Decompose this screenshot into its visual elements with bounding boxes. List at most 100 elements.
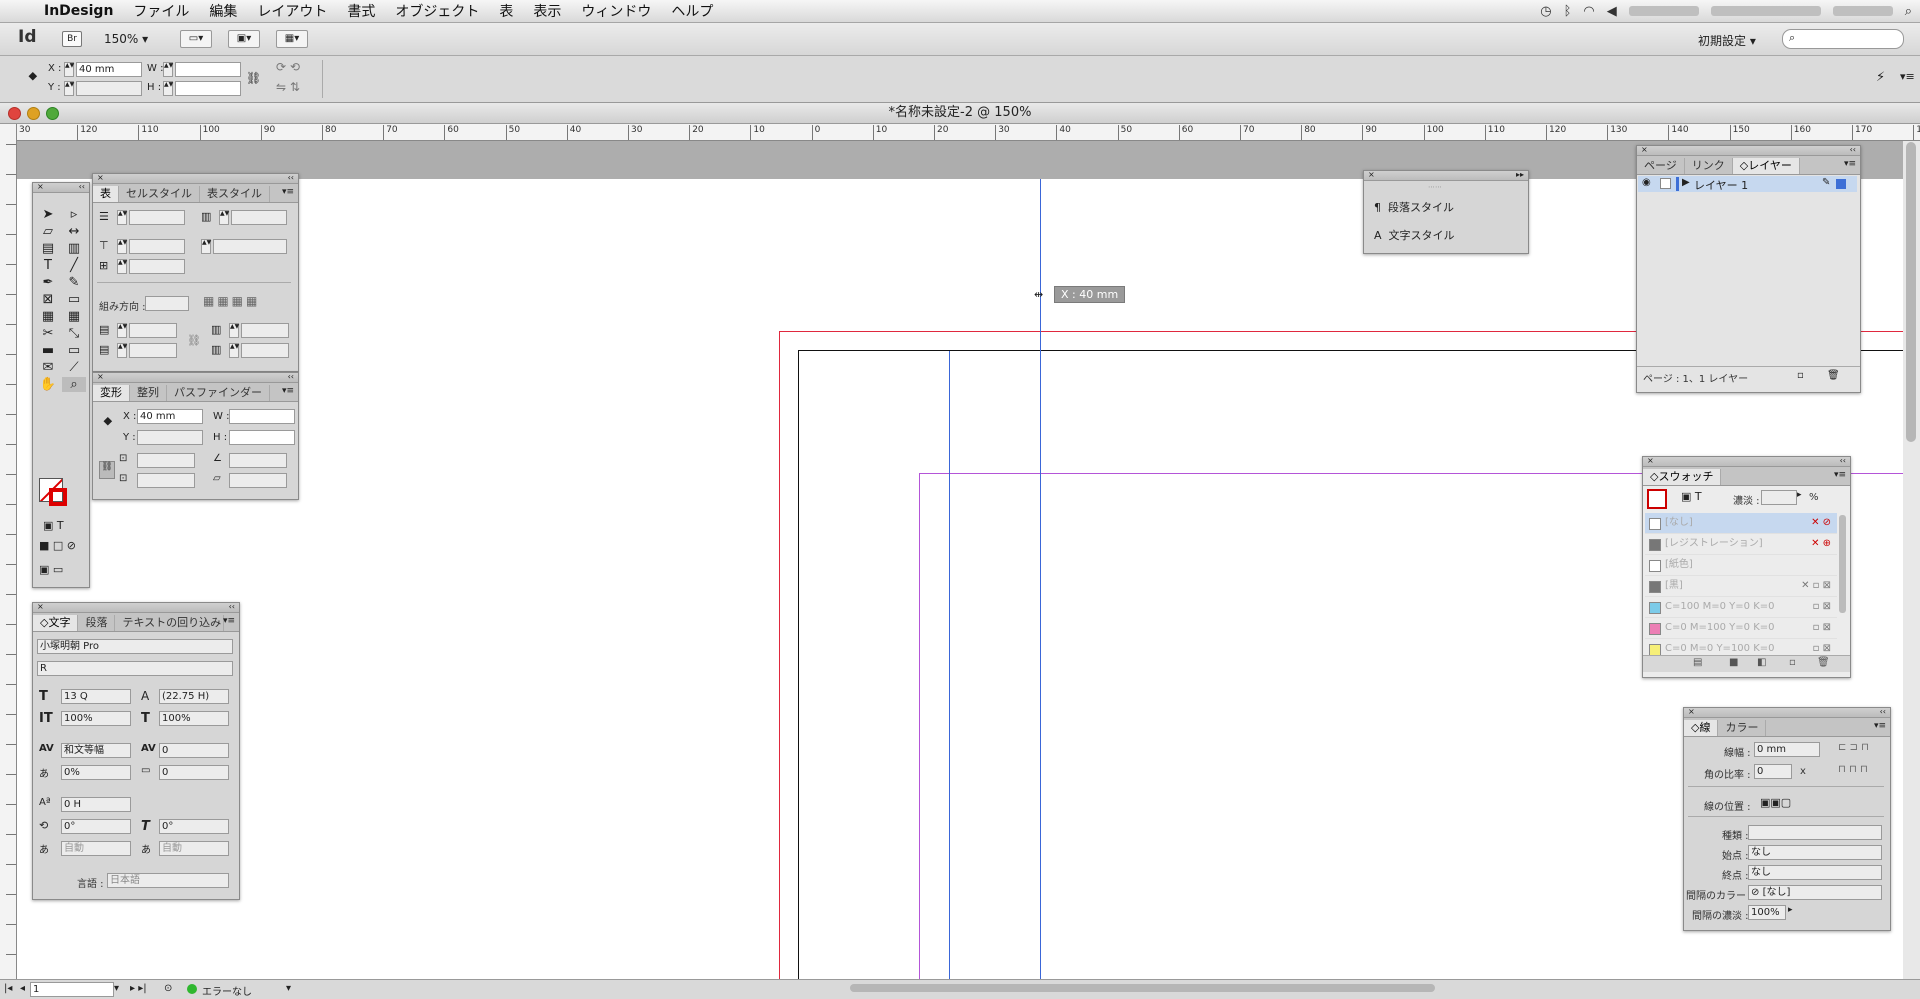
collapse-icon[interactable]: ‹‹ (1840, 456, 1846, 465)
time-machine-icon[interactable]: ◷ (1540, 4, 1551, 19)
char-rotation-field[interactable]: 0° (61, 819, 131, 834)
tf-x-field[interactable]: 40 mm (137, 409, 203, 424)
collapse-icon[interactable]: ‹‹ (1850, 145, 1856, 154)
workspace-select[interactable]: 初期設定 ▾ (1698, 32, 1756, 49)
arrange-documents-button[interactable]: ▦▾ (276, 30, 308, 48)
swatch-row[interactable]: C=100 M=0 Y=0 K=0 ▫ ⊠ (1645, 597, 1837, 618)
scale-y-field[interactable] (137, 473, 195, 488)
top-inset-stepper[interactable]: ▲▼ (117, 323, 127, 338)
panel-menu-icon[interactable]: ▾≡ (1844, 159, 1856, 169)
paragraph-styles-item[interactable]: ¶ 段落スタイル (1374, 199, 1454, 215)
pencil-tool-icon[interactable]: ✎ (62, 275, 86, 290)
expand-icon[interactable]: ▸▸ (1516, 170, 1524, 179)
minimize-window-button[interactable] (27, 107, 40, 120)
stroke-type-select[interactable] (1748, 825, 1882, 840)
preflight-icon[interactable]: ⊙ (164, 983, 172, 994)
content-placer-icon[interactable]: ▥ (62, 241, 86, 256)
constrain-proportions-icon[interactable]: ⛓ (246, 71, 261, 85)
scale-x-field[interactable] (137, 453, 195, 468)
grid-count-field[interactable]: 0 (159, 765, 229, 780)
horizontal-scale-field[interactable]: 100% (159, 711, 229, 726)
bottom-inset-field[interactable] (129, 343, 177, 358)
menu-file[interactable]: ファイル (123, 1, 199, 21)
cap-icons[interactable]: ⊏ ⊐ ⊓ (1838, 742, 1869, 753)
swatch-row[interactable]: [レジストレーション] ✕ ⊕ (1645, 534, 1837, 555)
stroke-swatch-icon[interactable] (49, 488, 67, 506)
align-stroke-icons[interactable]: ▣▣▢ (1760, 796, 1791, 809)
collapse-icon[interactable]: ‹‹ (288, 372, 294, 381)
type-tool-icon[interactable]: T (36, 258, 60, 273)
rows-field[interactable] (129, 210, 185, 225)
aki-before-select[interactable]: 自動 (61, 841, 131, 856)
bluetooth-icon[interactable]: ᛒ (1564, 4, 1572, 19)
start-select[interactable]: なし (1748, 845, 1882, 860)
menu-app[interactable]: InDesign (34, 3, 123, 19)
panel-menu-icon[interactable]: ▾≡ (1874, 721, 1886, 731)
zoom-select[interactable]: 150% ▾ (104, 32, 148, 46)
tint-field[interactable] (1761, 490, 1797, 505)
free-transform-tool-icon[interactable]: ⤡ (62, 326, 86, 341)
new-swatch-icon[interactable]: ▫ (1789, 657, 1796, 668)
vertical-ruler[interactable] (0, 124, 17, 979)
tab-character[interactable]: ◇文字 (33, 615, 79, 631)
show-color-swatches-icon[interactable]: ■ (1729, 657, 1738, 668)
quick-apply-icon[interactable]: ⚡ (1876, 70, 1885, 85)
fill-stroke-control[interactable] (39, 478, 67, 506)
trash-icon[interactable]: 🗑 (1827, 370, 1840, 381)
rectangle-frame-tool-icon[interactable]: ⊠ (36, 292, 60, 307)
horizontal-scrollbar[interactable] (850, 984, 1435, 992)
pasteboard[interactable]: ⇹ X : 40 mm (17, 141, 1903, 979)
baseline-shift-field[interactable]: 0 H (61, 797, 131, 812)
show-all-swatches-icon[interactable]: ▤ (1693, 657, 1702, 668)
tab-links[interactable]: リンク (1685, 158, 1733, 174)
menu-object[interactable]: オブジェクト (385, 1, 489, 21)
swatch-scrollbar[interactable] (1839, 515, 1846, 613)
tint-slider-icon[interactable]: ▸ (1797, 490, 1802, 500)
constrain-icon[interactable]: ⛓ (99, 461, 115, 479)
horizontal-ruler[interactable]: 30 120 110 100 90 80 70 60 50 40 30 20 10 0 10 20 30 40 50… (16, 124, 1920, 141)
lock-toggle[interactable] (1660, 178, 1671, 189)
join-icons[interactable]: ⊓ ⊓ ⊓ (1838, 764, 1868, 775)
control-menu-icon[interactable]: ▾≡ (1900, 70, 1915, 83)
collapse-icon[interactable]: ‹‹ (288, 173, 294, 182)
tf-h-field[interactable] (229, 430, 295, 445)
column-width-stepper[interactable]: ▲▼ (117, 259, 127, 274)
tab-text-wrap[interactable]: テキストの回り込み (115, 615, 225, 631)
vertical-scrollbar[interactable] (1906, 142, 1916, 442)
note-tool-icon[interactable]: ✉ (36, 360, 60, 375)
right-inset-field[interactable] (241, 343, 289, 358)
ctrl-h-field[interactable] (175, 81, 241, 96)
close-icon[interactable]: × (97, 372, 104, 381)
menu-layout[interactable]: レイアウト (247, 1, 337, 21)
tab-layers[interactable]: ◇レイヤー (1732, 158, 1800, 174)
menu-type[interactable]: 書式 (337, 1, 385, 21)
show-gradient-swatches-icon[interactable]: ◧ (1757, 657, 1766, 668)
leading-field[interactable]: (22.75 H) (159, 689, 229, 704)
expand-layer-icon[interactable]: ▶ (1682, 177, 1690, 188)
miter-field[interactable]: 0 (1754, 764, 1792, 779)
collapse-icon[interactable]: ‹‹ (1880, 707, 1886, 716)
eye-icon[interactable]: ◉ (1642, 177, 1651, 188)
kerning-select[interactable]: 和文等幅 (61, 743, 131, 758)
panel-menu-icon[interactable]: ▾≡ (223, 616, 235, 626)
language-select[interactable]: 日本語 (107, 873, 229, 888)
page-number-field[interactable]: 1 (30, 982, 114, 997)
zoom-tool-icon[interactable]: ⌕ (62, 377, 86, 392)
container-text-icons[interactable]: ▣ T (1681, 490, 1702, 503)
ctrl-x-field[interactable]: 40 mm (76, 62, 142, 77)
aki-after-select[interactable]: 自動 (159, 841, 229, 856)
row-height-value-stepper[interactable]: ▲▼ (201, 239, 211, 254)
new-layer-icon[interactable]: ▫ (1797, 370, 1804, 381)
columns-field[interactable] (231, 210, 287, 225)
gradient-feather-tool-icon[interactable]: ▭ (62, 343, 86, 358)
menu-edit[interactable]: 編集 (199, 1, 247, 21)
reference-point-icon[interactable]: ⯁ (28, 70, 38, 85)
tracking-field[interactable]: 0 (159, 743, 229, 758)
tab-swatches[interactable]: ◇スウォッチ (1643, 469, 1722, 485)
volume-icon[interactable]: ◀ (1607, 4, 1617, 19)
selection-square-icon[interactable] (1836, 179, 1846, 189)
bridge-button[interactable]: Br (62, 31, 82, 47)
gap-tool-icon[interactable]: ↔ (62, 224, 86, 239)
column-width-field[interactable] (129, 259, 185, 274)
screen-mode-button[interactable]: ▣▾ (228, 30, 260, 48)
